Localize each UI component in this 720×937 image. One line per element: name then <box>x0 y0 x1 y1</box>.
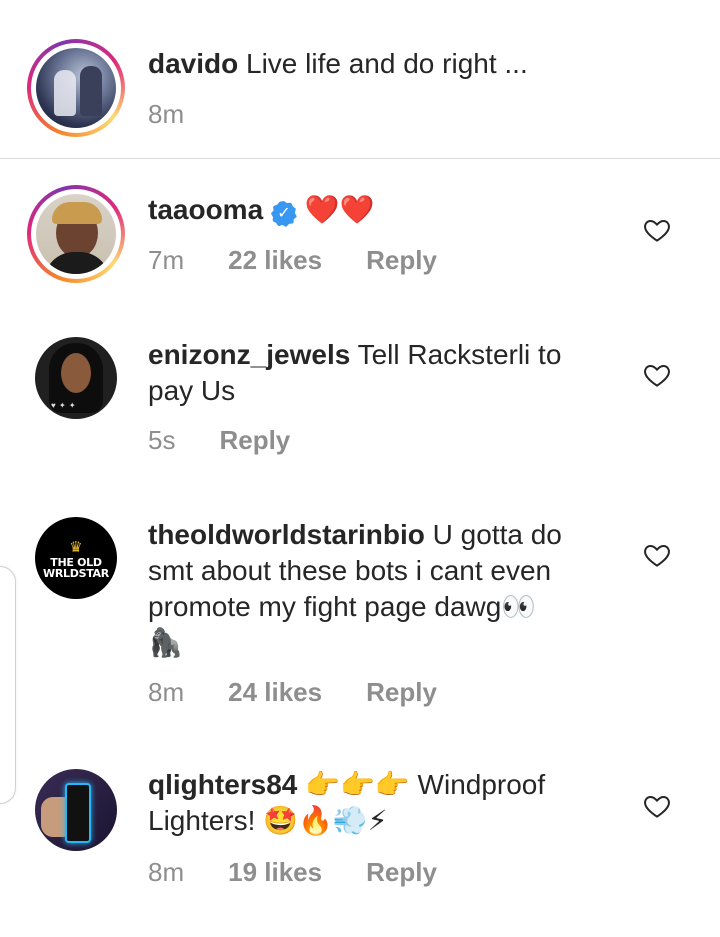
comment-likes[interactable]: 22 likes <box>228 245 322 276</box>
comment-text-line: smt about these bots i cant even <box>148 552 551 589</box>
caption-time: 8m <box>148 99 185 129</box>
heart-outline-icon[interactable] <box>642 215 672 245</box>
heart-outline-icon[interactable] <box>642 791 672 821</box>
heart-outline-icon[interactable] <box>642 360 672 390</box>
comment-time: 7m <box>148 245 185 275</box>
comment-username[interactable]: enizonz_jewels <box>148 339 350 370</box>
comment-text-line: 🦍 <box>148 624 183 661</box>
comment-meta: 5s Reply <box>148 425 334 456</box>
crown-icon: ♛ <box>69 539 83 556</box>
comment-time: 8m <box>148 857 185 887</box>
comment-meta: 7m 22 likes Reply <box>148 245 481 276</box>
gorilla-emoji: 🦍 <box>148 627 183 658</box>
caption-avatar[interactable] <box>27 39 125 137</box>
post-caption: davido Live life and do right ... 8m <box>0 0 720 159</box>
comment-text-line: promote my fight page dawg👀 <box>148 588 536 625</box>
avatar-text: WRLDSTAR <box>43 567 109 580</box>
reply-button[interactable]: Reply <box>366 677 437 708</box>
verified-badge-icon: ✓ <box>270 201 297 227</box>
reaction-emoji: 🤩🔥💨⚡ <box>263 805 388 836</box>
comment-meta: 8m 19 likes Reply <box>148 857 481 888</box>
caption-text: Live life and do right ... <box>246 48 528 79</box>
edge-panel-handle[interactable] <box>0 566 16 804</box>
reply-button[interactable]: Reply <box>366 245 437 276</box>
comment-likes[interactable]: 19 likes <box>228 857 322 888</box>
comment-text: pay Us <box>148 375 236 406</box>
comment-text-line: theoldworldstarinbio U gotta do <box>148 516 562 553</box>
comment-username[interactable]: qlighters84 <box>148 769 297 800</box>
comment-text: Lighters! <box>148 805 256 836</box>
comment-meta: 8m 24 likes Reply <box>148 677 481 708</box>
comment-time: 5s <box>148 425 176 455</box>
comment-text: Tell Racksterli to <box>357 339 562 370</box>
comment-time: 8m <box>148 677 185 707</box>
comment-avatar[interactable] <box>27 185 125 283</box>
comment-text: U gotta do <box>432 519 562 550</box>
comment-text-line: qlighters84 👉👉👉 Windproof <box>148 766 545 803</box>
comment-username[interactable]: taaooma <box>148 194 263 225</box>
comment-username[interactable]: theoldworldstarinbio <box>148 519 425 550</box>
comment-text: Windproof <box>417 769 546 800</box>
comment-text: promote my fight page dawg👀 <box>148 591 537 622</box>
comment-avatar[interactable]: ♛ THE OLD WRLDSTAR <box>35 517 117 599</box>
comment-text: smt about these bots i cant even <box>148 555 552 586</box>
comment-text-line: Lighters! 🤩🔥💨⚡ <box>148 802 387 839</box>
comment-text-line: enizonz_jewels Tell Racksterli to <box>148 336 561 373</box>
comment-text: ❤️❤️ <box>304 194 375 225</box>
reply-button[interactable]: Reply <box>219 425 290 456</box>
comment-likes[interactable]: 24 likes <box>228 677 322 708</box>
caption-text-line: davido Live life and do right ... <box>148 45 528 82</box>
reply-button[interactable]: Reply <box>366 857 437 888</box>
comment-avatar[interactable] <box>35 769 117 851</box>
pointing-emoji: 👉👉👉 <box>305 769 410 800</box>
comment-text-line: pay Us <box>148 372 235 409</box>
heart-outline-icon[interactable] <box>642 540 672 570</box>
comment-text-line: taaooma ✓ ❤️❤️ <box>148 191 374 228</box>
caption-username[interactable]: davido <box>148 48 238 79</box>
caption-meta: 8m <box>148 99 228 130</box>
comment-avatar[interactable]: ♥ ✦ ✦ <box>35 337 117 419</box>
